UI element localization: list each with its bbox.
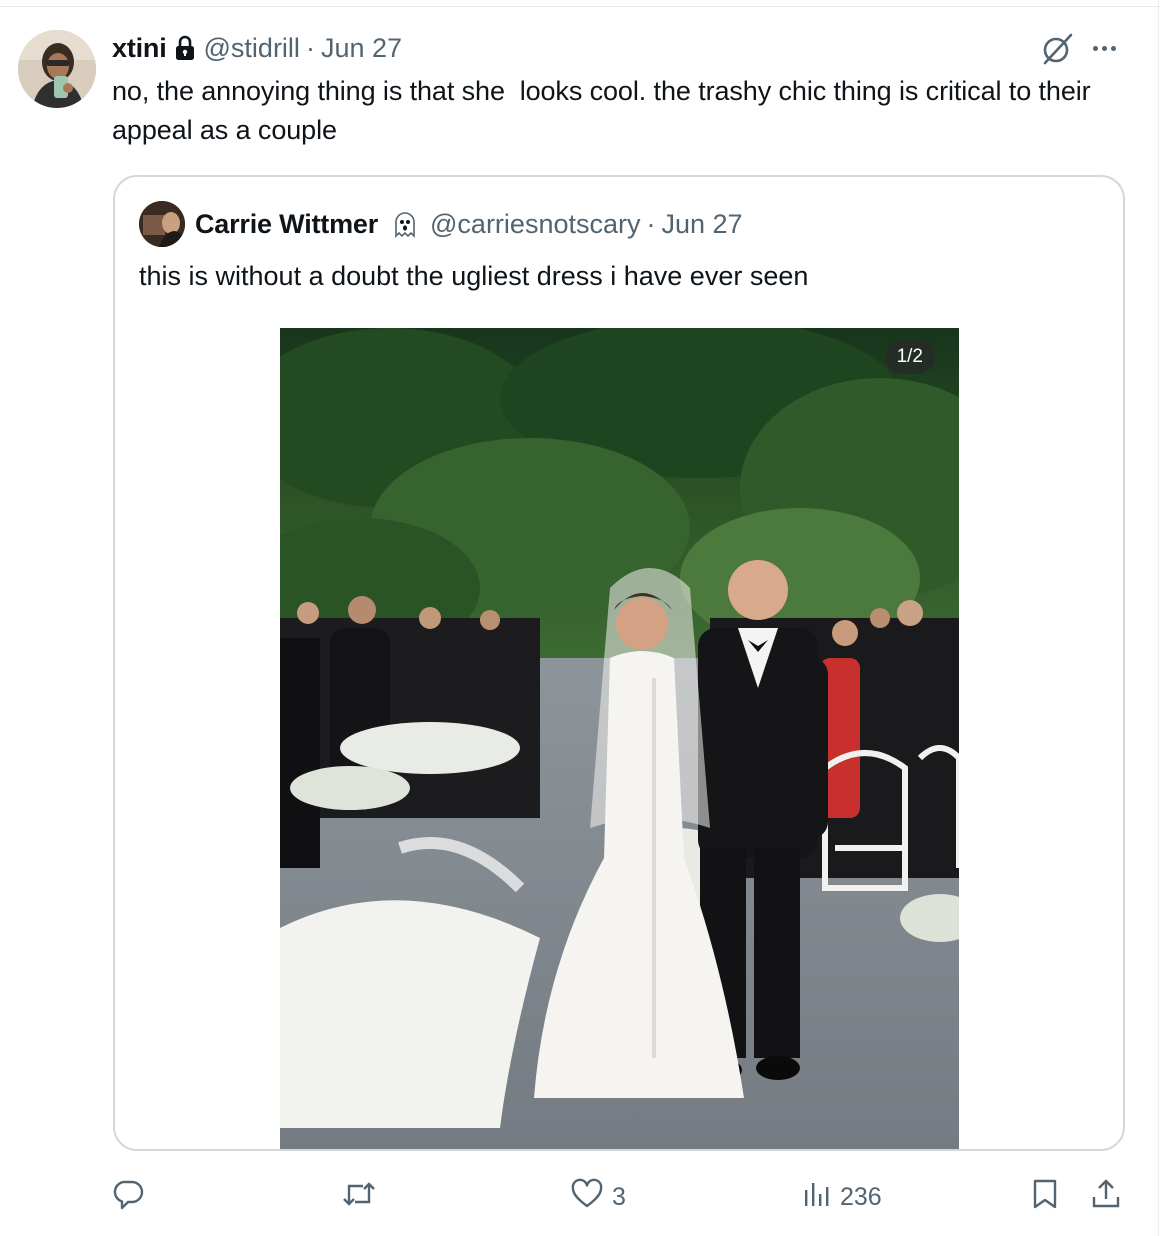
post-header: xtini @stidrill · Jun 27 [112,30,402,66]
author-handle[interactable]: @stidrill [204,33,300,64]
quoted-post-date[interactable]: Jun 27 [661,209,742,240]
post-date[interactable]: Jun 27 [321,33,402,64]
avatar[interactable] [18,30,96,108]
quoted-post-card[interactable]: Carrie Wittmer @carriesnotscary · Jun 27… [113,175,1125,1151]
share-button[interactable] [1090,1172,1122,1222]
more-icon[interactable] [1086,30,1122,66]
bookmark-button[interactable] [1030,1172,1060,1222]
quoted-post-header: Carrie Wittmer @carriesnotscary · Jun 27 [195,205,743,243]
like-icon [570,1177,604,1218]
timeline-top-divider [0,0,1160,7]
bookmark-icon [1030,1177,1060,1218]
views-button[interactable]: 236 [802,1172,882,1222]
lock-icon [174,35,196,61]
like-count: 3 [612,1182,626,1211]
action-bar: 3 236 [0,1172,1168,1222]
header-separator: · [305,32,315,63]
media-counter: 1/2 [884,340,935,374]
grok-icon[interactable] [1040,32,1074,66]
share-icon [1090,1177,1122,1218]
quoted-author-name[interactable]: Carrie Wittmer [195,209,378,240]
timeline-right-border [1158,0,1159,1236]
quoted-header-separator: · [646,208,656,239]
reply-icon [112,1177,146,1218]
repost-button[interactable] [340,1172,386,1222]
quoted-post-text: this is without a doubt the ugliest dres… [139,261,809,291]
ghost-icon [390,209,420,239]
post-text: no, the annoying thing is that she looks… [112,76,1098,145]
like-button[interactable]: 3 [570,1172,626,1222]
quoted-avatar[interactable] [139,201,185,247]
author-name[interactable]: xtini [112,33,167,64]
repost-icon [340,1177,378,1218]
quoted-post-photo[interactable]: 1/2 [280,328,959,1149]
views-icon [802,1177,832,1218]
quoted-author-handle[interactable]: @carriesnotscary [430,209,640,240]
views-count: 236 [840,1182,882,1211]
reply-button[interactable] [112,1172,154,1222]
